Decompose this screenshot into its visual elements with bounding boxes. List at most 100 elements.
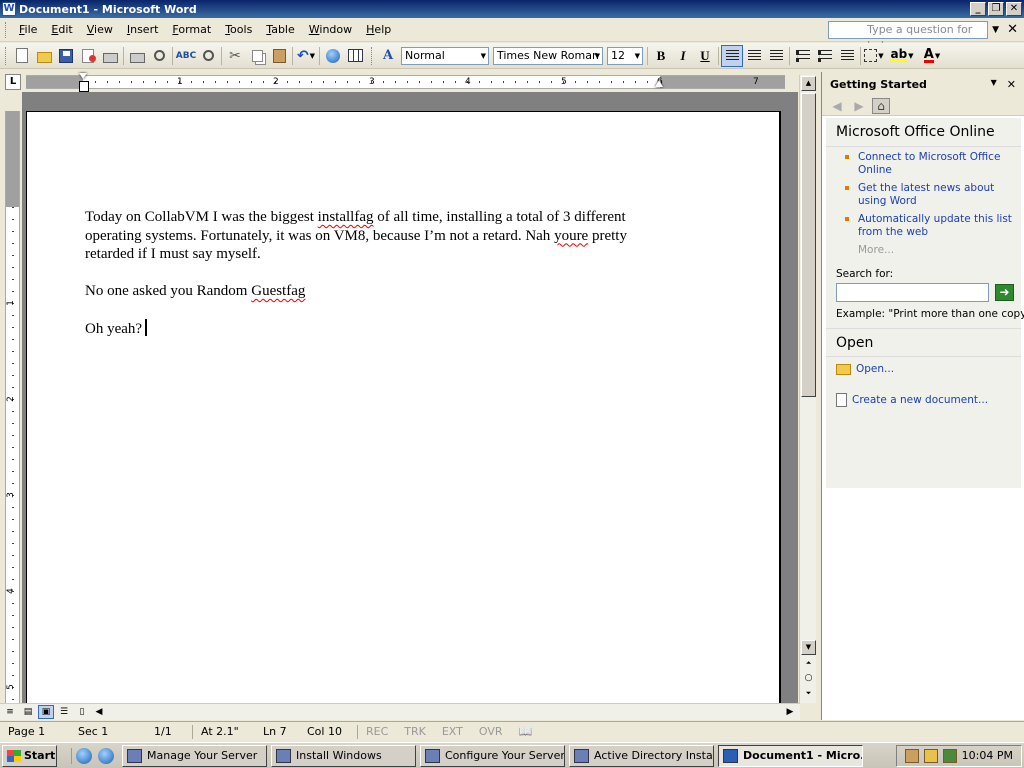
menu-tools[interactable]: Tools	[218, 23, 259, 36]
vertical-scrollbar[interactable]: ▲ ▼ ⏶ ○ ⏷	[799, 75, 816, 703]
menu-help[interactable]: Help	[359, 23, 398, 36]
underline-button[interactable]: U	[694, 45, 716, 67]
right-indent-marker[interactable]	[655, 80, 663, 87]
status-trk[interactable]: TRK	[396, 725, 434, 738]
bullets-button[interactable]	[814, 45, 836, 67]
status-rec[interactable]: REC	[358, 725, 396, 738]
task-pane-title[interactable]: Getting Started	[830, 78, 927, 91]
scroll-left-button[interactable]: ◀	[92, 705, 106, 719]
toolbar-grip[interactable]	[371, 46, 374, 65]
cut-button[interactable]: ✂	[224, 45, 246, 67]
select-browse-object-button[interactable]: ○	[801, 672, 816, 687]
menu-edit[interactable]: Edit	[44, 23, 79, 36]
tab-selector[interactable]: L	[5, 74, 21, 90]
print-layout-button[interactable]: ▣	[38, 705, 54, 719]
spelling-button[interactable]: ABC	[175, 45, 197, 67]
print-button[interactable]	[126, 45, 148, 67]
taskbar-item[interactable]: Install Windows	[271, 744, 416, 767]
align-left-button[interactable]	[721, 44, 743, 67]
misspelled-word[interactable]: youre	[554, 228, 588, 244]
undo-button[interactable]: ↶ ▼	[295, 45, 317, 67]
scroll-thumb[interactable]	[801, 93, 816, 397]
horizontal-ruler[interactable]: 1 2 3 4 5 6 7	[26, 73, 785, 92]
new-button[interactable]	[11, 45, 33, 67]
italic-button[interactable]: I	[672, 45, 694, 67]
task-pane-close-icon[interactable]: ✕	[1007, 78, 1016, 91]
highlight-button[interactable]: ab ▼	[890, 45, 914, 67]
open-button[interactable]	[33, 45, 55, 67]
menu-grip[interactable]	[5, 21, 8, 38]
bold-button[interactable]: B	[650, 45, 672, 67]
menu-insert[interactable]: Insert	[120, 23, 166, 36]
paragraph[interactable]: Today on CollabVM I was the biggest inst…	[85, 208, 655, 264]
minimize-button[interactable]: _	[970, 2, 986, 16]
paste-button[interactable]	[268, 45, 290, 67]
status-ext[interactable]: EXT	[434, 725, 471, 738]
misspelled-word[interactable]: Guestfag	[251, 283, 305, 299]
horizontal-scrollbar[interactable]: ≡ ▤ ▣ ☰ ▯ ◀ ▶	[0, 703, 800, 720]
spelling-status-icon[interactable]: 📖	[511, 725, 541, 738]
normal-view-button[interactable]: ≡	[2, 705, 18, 719]
tray-app-icon[interactable]	[904, 748, 919, 763]
chevron-down-icon[interactable]: ▼	[310, 52, 315, 60]
document-page[interactable]: Today on CollabVM I was the biggest inst…	[26, 111, 781, 703]
borders-button[interactable]: ▼	[863, 45, 885, 67]
word-app-icon[interactable]: W	[2, 2, 16, 16]
print-preview-button[interactable]	[148, 45, 170, 67]
paragraph[interactable]: No one asked you Random Guestfag	[85, 282, 655, 301]
status-at[interactable]: At 2.1"	[193, 725, 255, 738]
font-color-button[interactable]: A ▼	[921, 45, 943, 67]
home-icon[interactable]: ⌂	[872, 97, 890, 114]
task-pane-dropdown-icon[interactable]: ▼	[991, 78, 997, 91]
create-document-row[interactable]: Create a new document...	[826, 387, 1021, 413]
status-page-count[interactable]: 1/1	[146, 725, 192, 738]
web-layout-button[interactable]: ▤	[20, 705, 36, 719]
open-link[interactable]: Open...	[856, 363, 894, 375]
paragraph[interactable]: Oh yeah?	[85, 319, 655, 339]
internet-explorer-icon[interactable]	[98, 747, 114, 764]
close-document-icon[interactable]: ✕	[1007, 22, 1018, 37]
more-link[interactable]: More...	[826, 244, 1021, 256]
taskbar-item[interactable]: Configure Your Server...	[420, 744, 565, 767]
email-button[interactable]	[99, 45, 121, 67]
chevron-down-icon[interactable]: ▼	[878, 52, 883, 60]
create-document-link[interactable]: Create a new document...	[852, 394, 988, 406]
menu-window[interactable]: Window	[302, 23, 359, 36]
reading-layout-button[interactable]: ▯	[74, 705, 90, 719]
previous-page-button[interactable]: ⏶	[801, 657, 816, 672]
explorer-icon[interactable]	[76, 747, 92, 764]
restore-button[interactable]: ❐	[988, 2, 1004, 16]
status-line[interactable]: Ln 7	[255, 725, 299, 738]
document-body[interactable]: Today on CollabVM I was the biggest inst…	[85, 208, 655, 357]
taskbar-item[interactable]: Manage Your Server	[122, 744, 267, 767]
menu-view[interactable]: View	[80, 23, 120, 36]
research-button[interactable]	[197, 45, 219, 67]
decrease-indent-button[interactable]	[836, 45, 858, 67]
status-section[interactable]: Sec 1	[70, 725, 146, 738]
style-dropdown[interactable]: Normal ▼	[401, 46, 489, 65]
back-arrow-icon[interactable]: ◀	[828, 98, 846, 114]
latest-news-link[interactable]: Get the latest news about using Word	[840, 182, 1017, 208]
forward-arrow-icon[interactable]: ▶	[850, 98, 868, 114]
close-button[interactable]: ✕	[1006, 2, 1022, 16]
font-dropdown[interactable]: Times New Roman ▼	[493, 46, 603, 65]
vertical-ruler[interactable]: 1 2 3 4 5	[5, 111, 20, 703]
connect-office-online-link[interactable]: Connect to Microsoft Office Online	[840, 151, 1017, 177]
auto-update-link[interactable]: Automatically update this list from the …	[840, 213, 1017, 239]
status-ovr[interactable]: OVR	[471, 725, 511, 738]
hyperlink-button[interactable]	[322, 45, 344, 67]
scroll-down-button[interactable]: ▼	[801, 640, 816, 655]
start-button[interactable]: Start	[2, 744, 57, 767]
copy-button[interactable]	[246, 45, 268, 67]
menu-table[interactable]: Table	[259, 23, 301, 36]
align-center-button[interactable]	[743, 45, 765, 67]
menu-file[interactable]: File	[12, 23, 44, 36]
permission-button[interactable]	[77, 45, 99, 67]
search-input[interactable]	[836, 283, 989, 302]
chevron-down-icon[interactable]: ▼	[908, 52, 913, 60]
table-button[interactable]	[344, 45, 366, 67]
taskbar-item[interactable]: Active Directory Instal...	[569, 744, 714, 767]
status-page[interactable]: Page 1	[0, 725, 70, 738]
styles-pane-button[interactable]: A	[377, 45, 399, 67]
left-indent-marker[interactable]	[79, 73, 89, 92]
